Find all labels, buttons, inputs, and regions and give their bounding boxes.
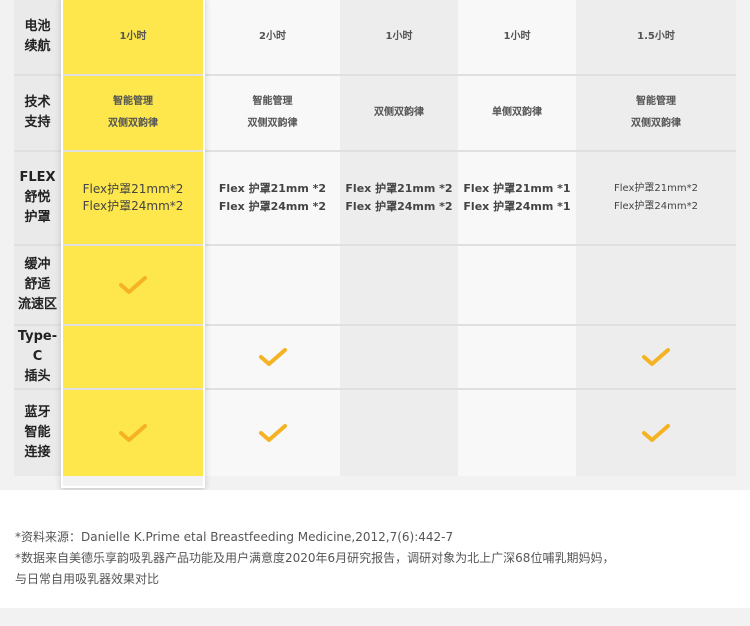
label-line: 技术 bbox=[24, 95, 51, 110]
label-line: 电池 bbox=[24, 19, 51, 34]
label-line: 支持 bbox=[24, 115, 51, 130]
cell: 智能管理 双侧双韵律 bbox=[576, 76, 736, 150]
row-label: 缓冲 舒适 流速区 bbox=[14, 246, 61, 324]
cell: 1小时 bbox=[458, 0, 576, 74]
check-icon bbox=[119, 424, 147, 442]
cell bbox=[340, 390, 458, 476]
flex-value: Flex 护罩24mm *2 bbox=[345, 200, 453, 213]
cell: Flex 护罩21mm *1 Flex 护罩24mm *1 bbox=[458, 152, 576, 244]
check-icon bbox=[258, 424, 287, 442]
label-line: 连接 bbox=[24, 445, 51, 460]
cell bbox=[61, 246, 205, 324]
cell bbox=[340, 326, 458, 388]
battery-value: 1小时 bbox=[503, 31, 531, 42]
row-flex: FLEX 舒悦 护罩 Flex护罩21mm*2 Flex护罩24mm*2 Fle… bbox=[14, 152, 736, 244]
cell: Flex 护罩21mm *2 Flex 护罩24mm *2 bbox=[205, 152, 340, 244]
cell: Flex护罩21mm*2 Flex护罩24mm*2 bbox=[61, 152, 205, 244]
battery-value: 1小时 bbox=[119, 31, 147, 42]
row-label: Type-C 插头 bbox=[14, 326, 61, 388]
row-label: 电池 续航 bbox=[14, 0, 61, 74]
cell: 智能管理 双侧双韵律 bbox=[205, 76, 340, 150]
cell bbox=[458, 246, 576, 324]
check-icon bbox=[119, 276, 147, 294]
label-line: 舒适 bbox=[24, 277, 51, 292]
cell bbox=[205, 326, 340, 388]
flex-value: Flex 护罩21mm *1 bbox=[463, 182, 571, 195]
tech-value: 双侧双韵律 bbox=[631, 118, 681, 129]
label-line: 缓冲 bbox=[24, 257, 51, 272]
label-line: 舒悦 bbox=[24, 190, 51, 205]
label-line: 蓝牙 bbox=[24, 405, 51, 420]
cell: Flex 护罩21mm *2 Flex 护罩24mm *2 bbox=[340, 152, 458, 244]
label-line: 插头 bbox=[24, 369, 51, 384]
cell bbox=[205, 390, 340, 476]
row-label: FLEX 舒悦 护罩 bbox=[14, 152, 61, 244]
flex-value: Flex护罩21mm*2 bbox=[82, 182, 184, 196]
flex-value: Flex 护罩21mm *2 bbox=[345, 182, 453, 195]
row-label: 蓝牙 智能 连接 bbox=[14, 390, 61, 476]
cell: 1小时 bbox=[61, 0, 205, 74]
label-line: 护罩 bbox=[24, 210, 51, 225]
flex-value: Flex 护罩21mm *2 bbox=[218, 182, 327, 195]
cell bbox=[61, 390, 205, 476]
flex-value: Flex护罩24mm*2 bbox=[82, 199, 184, 213]
cell bbox=[458, 326, 576, 388]
tech-value: 双侧双韵律 bbox=[374, 107, 424, 118]
battery-value: 1小时 bbox=[385, 31, 413, 42]
cell bbox=[576, 390, 736, 476]
battery-value: 2小时 bbox=[259, 31, 286, 42]
flex-value: Flex护罩21mm*2 bbox=[614, 183, 698, 194]
comparison-page: 电池 续航 1小时 2小时 1小时 1小时 1.5小时 技术 支持 智能管理 双… bbox=[0, 0, 750, 626]
flex-value: Flex 护罩24mm *1 bbox=[463, 200, 571, 213]
row-battery: 电池 续航 1小时 2小时 1小时 1小时 1.5小时 bbox=[14, 0, 736, 74]
cell: 2小时 bbox=[205, 0, 340, 74]
footnote-source: *资料来源：Danielle K.Prime etal Breastfeedin… bbox=[15, 530, 454, 544]
row-tech: 技术 支持 智能管理 双侧双韵律 智能管理 双侧双韵律 双侧双韵律 单侧双韵律 … bbox=[14, 76, 736, 150]
tech-value: 智能管理 bbox=[252, 96, 293, 107]
tech-value: 智能管理 bbox=[636, 96, 676, 107]
tech-value: 单侧双韵律 bbox=[492, 107, 542, 118]
footnote-survey-cont: 与日常自用吸乳器效果对比 bbox=[15, 572, 160, 586]
tech-value: 智能管理 bbox=[113, 96, 153, 107]
cell: 1.5小时 bbox=[576, 0, 736, 74]
row-typec: Type-C 插头 bbox=[14, 326, 736, 388]
cell bbox=[458, 390, 576, 476]
flex-value: Flex 护罩24mm *2 bbox=[218, 200, 327, 213]
cell bbox=[61, 326, 205, 388]
footnotes: *资料来源：Danielle K.Prime etal Breastfeedin… bbox=[0, 490, 750, 608]
row-cushion: 缓冲 舒适 流速区 bbox=[14, 246, 736, 324]
flex-value: Flex护罩24mm*2 bbox=[614, 201, 698, 212]
cell: 双侧双韵律 bbox=[340, 76, 458, 150]
label-line: 续航 bbox=[24, 39, 51, 54]
cell bbox=[576, 326, 736, 388]
check-icon bbox=[642, 348, 670, 366]
cell bbox=[340, 246, 458, 324]
label-line: 流速区 bbox=[17, 297, 57, 312]
tech-value: 双侧双韵律 bbox=[108, 118, 158, 129]
check-icon bbox=[642, 424, 670, 442]
cell bbox=[205, 246, 340, 324]
check-icon bbox=[258, 348, 287, 366]
cell bbox=[576, 246, 736, 324]
footnote-survey: *数据来自美德乐享韵吸乳器产品功能及用户满意度2020年6月研究报告，调研对象为… bbox=[15, 551, 615, 565]
battery-value: 1.5小时 bbox=[637, 31, 675, 42]
label-line: FLEX bbox=[19, 170, 56, 185]
cell: Flex护罩21mm*2 Flex护罩24mm*2 bbox=[576, 152, 736, 244]
label-line: Type-C bbox=[17, 329, 58, 364]
tech-value: 双侧双韵律 bbox=[247, 118, 298, 129]
row-label: 技术 支持 bbox=[14, 76, 61, 150]
label-line: 智能 bbox=[24, 425, 51, 440]
cell: 1小时 bbox=[340, 0, 458, 74]
cell: 智能管理 双侧双韵律 bbox=[61, 76, 205, 150]
cell: 单侧双韵律 bbox=[458, 76, 576, 150]
row-bluetooth: 蓝牙 智能 连接 bbox=[14, 390, 736, 476]
